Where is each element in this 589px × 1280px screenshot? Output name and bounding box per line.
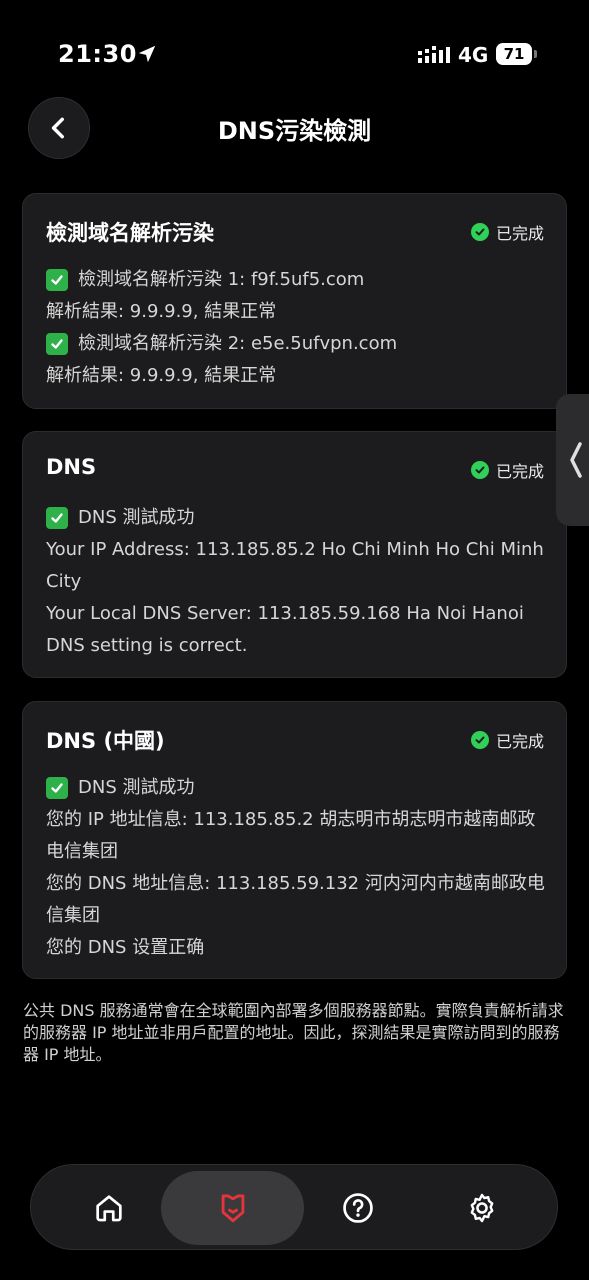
status-text: 已完成 [495, 224, 544, 243]
battery-indicator: 71 [496, 43, 538, 65]
gear-icon [470, 1193, 494, 1223]
result-line: DNS 測試成功 [46, 502, 546, 534]
result-text: DNS setting is correct. [46, 635, 248, 656]
card-domain-pollution: 檢測域名解析污染 已完成 檢測域名解析污染 1: f9f.5uf5.com 解析… [22, 193, 567, 409]
help-icon [343, 1193, 373, 1223]
result-text: 檢測域名解析污染 1: f9f.5uf5.com [78, 269, 365, 290]
result-line: 檢測域名解析污染 1: f9f.5uf5.com [46, 264, 546, 296]
home-icon [95, 1195, 122, 1222]
check-box-icon [46, 507, 68, 529]
signal-bars-icon [418, 46, 450, 63]
result-text: DNS 測試成功 [78, 777, 195, 798]
status-badge: 已完成 [470, 458, 544, 482]
status-text: 已完成 [495, 732, 544, 751]
tab-home[interactable] [51, 1165, 166, 1251]
result-text: Your IP Address: 113.185.85.2 Ho Chi Min… [46, 539, 544, 592]
result-text: DNS 測試成功 [78, 507, 195, 528]
tab-help[interactable] [299, 1165, 417, 1251]
result-line: 檢測域名解析污染 2: e5e.5ufvpn.com [46, 328, 546, 360]
check-circle-icon [470, 731, 489, 749]
result-line: DNS setting is correct. [46, 630, 546, 662]
shield-icon [221, 1194, 244, 1223]
tab-settings[interactable] [423, 1165, 541, 1251]
info-footnote: 公共 DNS 服務通常會在全球範圍內部署多個服務器節點。實際負責解析請求的服務器… [23, 1001, 564, 1064]
result-text: 解析結果: 9.9.9.9, 結果正常 [46, 365, 277, 386]
result-text: 解析結果: 9.9.9.9, 結果正常 [46, 301, 277, 322]
side-panel-handle[interactable] [556, 394, 589, 526]
card-body: DNS 測試成功 您的 IP 地址信息: 113.185.85.2 胡志明市胡志… [46, 772, 546, 964]
card-body: 檢測域名解析污染 1: f9f.5uf5.com 解析結果: 9.9.9.9, … [46, 264, 546, 392]
battery-tip [534, 50, 537, 58]
card-body: DNS 測試成功 Your IP Address: 113.185.85.2 H… [46, 502, 546, 662]
status-text: 已完成 [495, 462, 544, 481]
card-title: DNS [46, 455, 97, 479]
result-line: 解析結果: 9.9.9.9, 結果正常 [46, 296, 546, 328]
status-badge: 已完成 [470, 220, 544, 244]
result-text: 檢測域名解析污染 2: e5e.5ufvpn.com [78, 333, 398, 354]
status-badge: 已完成 [470, 728, 544, 752]
check-box-icon [46, 333, 68, 355]
card-dns: DNS 已完成 DNS 測試成功 Your IP Address: 113.18… [22, 431, 567, 678]
result-text: 您的 IP 地址信息: 113.185.85.2 胡志明市胡志明市越南邮政电信集… [46, 809, 536, 862]
location-arrow-icon [138, 45, 156, 63]
result-line: Your IP Address: 113.185.85.2 Ho Chi Min… [46, 534, 546, 598]
result-text: 您的 DNS 地址信息: 113.185.59.132 河内河内市越南邮政电信集… [46, 873, 545, 926]
chevron-left-icon [570, 442, 582, 478]
result-line: 您的 DNS 设置正确 [46, 932, 546, 964]
result-line: Your Local DNS Server: 113.185.59.168 Ha… [46, 598, 546, 630]
page-title: DNS污染檢測 [217, 117, 372, 145]
check-box-icon [46, 269, 68, 291]
tab-shield[interactable] [161, 1165, 304, 1251]
check-circle-icon [470, 223, 489, 241]
result-text: Your Local DNS Server: 113.185.59.168 Ha… [46, 603, 524, 624]
result-line: 您的 IP 地址信息: 113.185.85.2 胡志明市胡志明市越南邮政电信集… [46, 804, 546, 868]
status-time: 21:30 [58, 40, 137, 68]
battery-level: 71 [496, 43, 532, 65]
card-title: 檢測域名解析污染 [46, 221, 214, 245]
card-dns-china: DNS (中國) 已完成 DNS 測試成功 您的 IP 地址信息: 113.18… [22, 701, 567, 979]
network-type: 4G [458, 43, 489, 67]
check-circle-icon [470, 461, 489, 479]
check-box-icon [46, 777, 68, 799]
result-text: 您的 DNS 设置正确 [46, 937, 205, 958]
card-title: DNS (中國) [46, 729, 165, 753]
bottom-tab-bar [30, 1164, 558, 1250]
result-line: DNS 測試成功 [46, 772, 546, 804]
result-line: 解析結果: 9.9.9.9, 結果正常 [46, 360, 546, 392]
result-line: 您的 DNS 地址信息: 113.185.59.132 河内河内市越南邮政电信集… [46, 868, 546, 932]
